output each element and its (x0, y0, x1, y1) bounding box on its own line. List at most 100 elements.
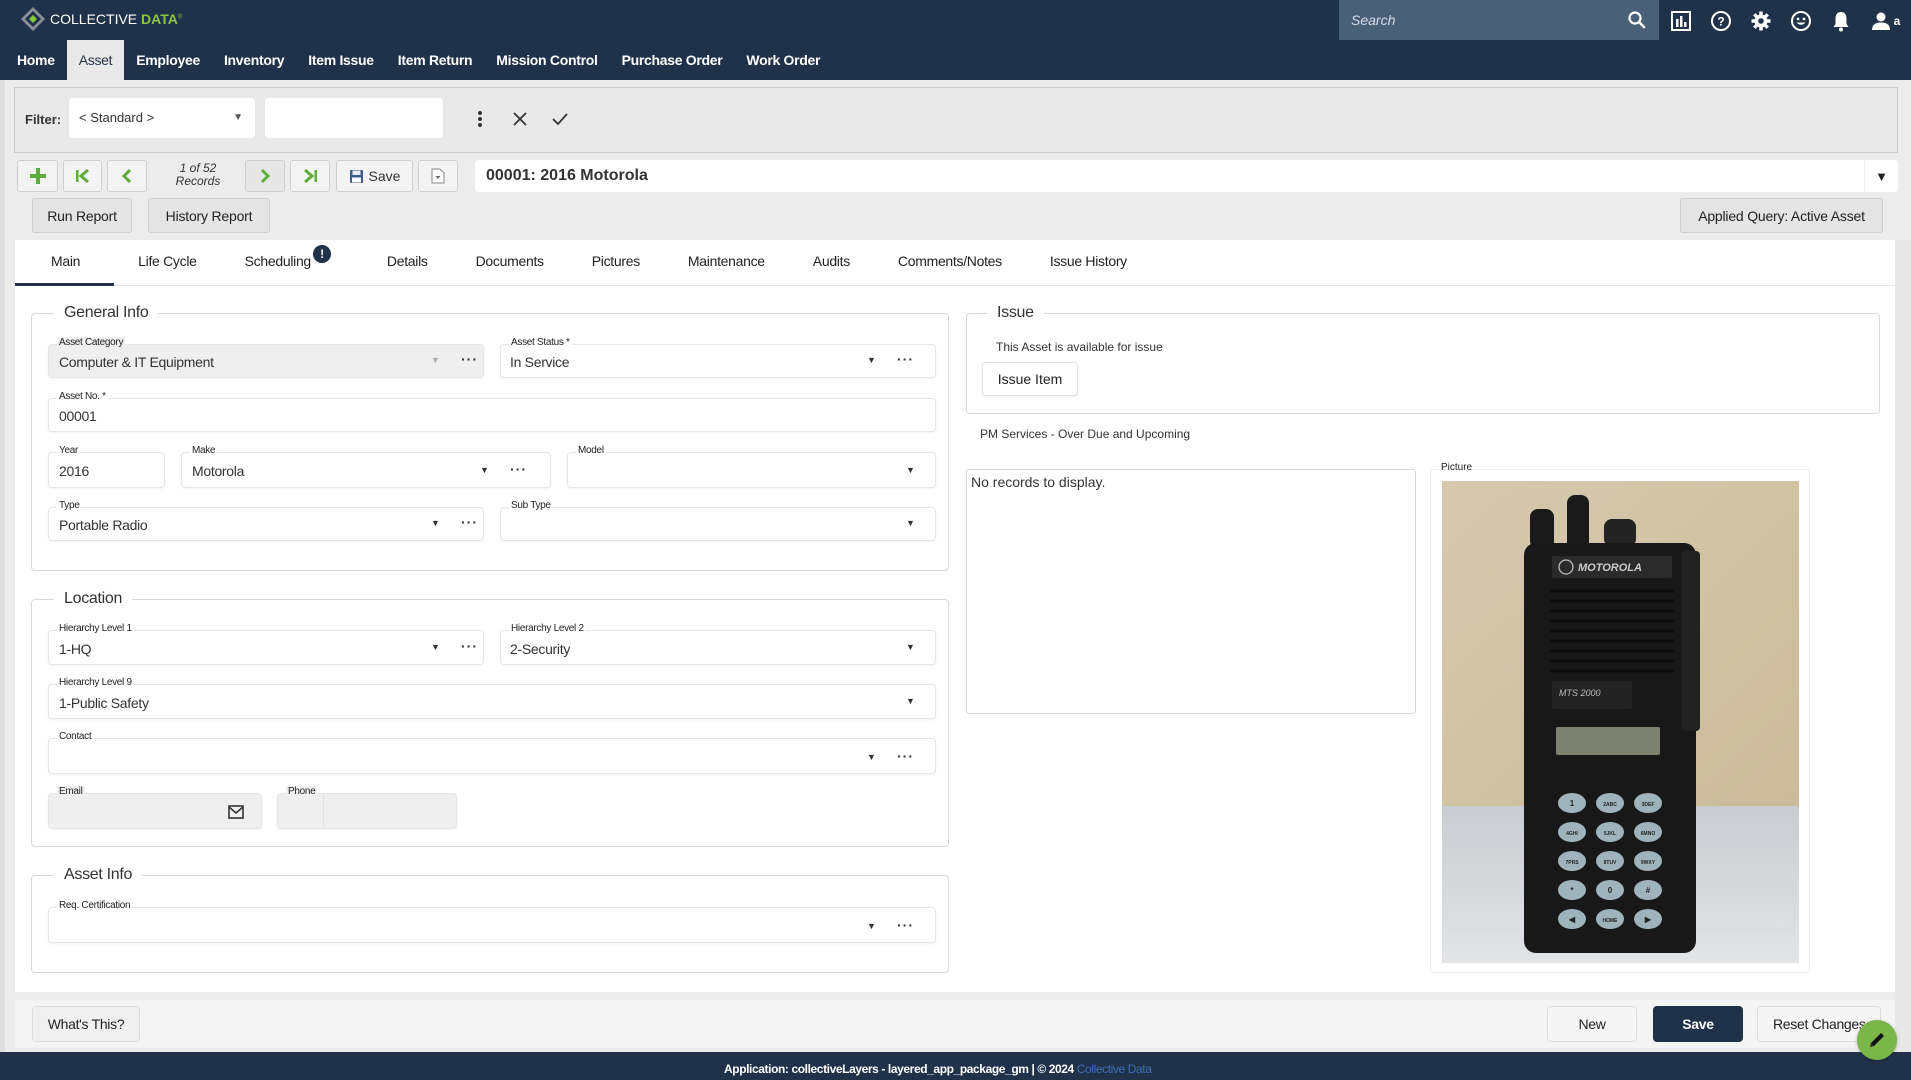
tab-maintenance[interactable]: Maintenance (664, 240, 789, 286)
year-field[interactable]: Year 2016 (48, 445, 165, 488)
save-record-button[interactable]: Save (336, 160, 413, 192)
type-field[interactable]: Type Portable Radio ▼ ··· (48, 500, 484, 541)
nav-work-order[interactable]: Work Order (734, 40, 832, 80)
chevron-down-icon[interactable]: ▼ (906, 518, 915, 528)
nav-home[interactable]: Home (5, 40, 67, 80)
chevron-down-icon[interactable]: ▼ (867, 921, 876, 931)
tab-pictures[interactable]: Pictures (568, 240, 664, 286)
apply-filter-icon[interactable] (549, 108, 571, 130)
more-icon[interactable]: ··· (461, 638, 478, 654)
scrollbar[interactable] (1895, 240, 1911, 1052)
field-value[interactable]: 2016 (59, 463, 89, 479)
section-title: Asset Info (64, 866, 133, 883)
user-icon[interactable]: a (1868, 8, 1902, 33)
hierarchy-level-2-field[interactable]: Hierarchy Level 2 2-Security ▼ (500, 623, 936, 665)
req-certification-field[interactable]: Req. Certification ▼ ··· (48, 900, 936, 943)
logo[interactable]: COLLECTIVE DATA® (20, 6, 182, 32)
radio-display (1556, 727, 1660, 755)
more-icon[interactable]: ··· (897, 748, 914, 764)
help-icon[interactable]: ? (1708, 8, 1733, 33)
field-value[interactable]: 00001 (59, 408, 97, 424)
chevron-down-icon[interactable]: ▼ (480, 465, 489, 475)
more-icon[interactable]: ··· (510, 461, 527, 477)
chevron-down-icon[interactable]: ▼ (906, 642, 915, 652)
more-icon[interactable]: ··· (461, 351, 478, 367)
global-search (1339, 0, 1659, 40)
filter-bar: Filter: < Standard > ▼ (14, 87, 1898, 153)
more-icon[interactable]: ··· (461, 514, 478, 530)
nav-inventory[interactable]: Inventory (212, 40, 296, 80)
record-selector[interactable]: 00001: 2016 Motorola ▼ (475, 160, 1898, 192)
dashboard-icon[interactable] (1668, 8, 1693, 33)
more-icon[interactable]: ··· (897, 917, 914, 933)
search-icon[interactable] (1627, 10, 1647, 30)
nav-purchase-order[interactable]: Purchase Order (610, 40, 735, 80)
save-button[interactable]: Save (1653, 1006, 1743, 1042)
more-icon[interactable]: ··· (897, 351, 914, 367)
nav-mission-control[interactable]: Mission Control (484, 40, 609, 80)
phone-field[interactable]: Phone (277, 786, 457, 829)
tab-life-cycle[interactable]: Life Cycle (114, 240, 220, 286)
record-options-button[interactable] (418, 160, 458, 192)
history-report-button[interactable]: History Report (148, 198, 270, 233)
left-edge (0, 80, 5, 1052)
keypad-key-label: ◀ (1568, 915, 1576, 924)
chevron-down-icon[interactable]: ▼ (431, 642, 440, 652)
tab-details[interactable]: Details (363, 240, 452, 286)
chevron-down-icon[interactable]: ▼ (867, 752, 876, 762)
asset-photo[interactable]: MOTOROLA MTS 2000 1 2ABC 3DEF 4GHI 5JKL 6MNO 7… (1442, 481, 1799, 963)
filter-select[interactable]: < Standard > ▼ (69, 98, 255, 138)
tab-comments-notes[interactable]: Comments/Notes (874, 240, 1026, 286)
filter-selected-value: < Standard > (79, 110, 155, 125)
email-icon[interactable] (228, 805, 244, 819)
chevron-down-icon[interactable]: ▼ (431, 518, 440, 528)
nav-asset[interactable]: Asset (66, 40, 125, 80)
issue-item-button[interactable]: Issue Item (982, 362, 1078, 396)
tab-scheduling[interactable]: Scheduling! (221, 240, 363, 286)
applied-query-button[interactable]: Applied Query: Active Asset (1680, 198, 1883, 233)
field-label: Model (576, 445, 606, 457)
chevron-down-icon[interactable]: ▼ (867, 355, 876, 365)
hierarchy-level-1-field[interactable]: Hierarchy Level 1 1-HQ ▼ ··· (48, 623, 484, 665)
edit-fab-button[interactable] (1857, 1020, 1897, 1060)
chevron-down-icon[interactable]: ▼ (431, 355, 440, 365)
hierarchy-level-9-field[interactable]: Hierarchy Level 9 1-Public Safety ▼ (48, 677, 936, 719)
model-field[interactable]: Model ▼ (567, 445, 936, 488)
search-input[interactable] (1351, 12, 1627, 28)
keypad-key-label: 7PRS (1565, 860, 1579, 866)
nav-item-issue[interactable]: Item Issue (296, 40, 385, 80)
last-record-button[interactable] (290, 160, 330, 192)
tab-documents[interactable]: Documents (452, 240, 568, 286)
asset-status-field[interactable]: Asset Status * In Service ▼ ··· (500, 337, 936, 378)
email-field[interactable]: Email (48, 786, 262, 829)
tab-main[interactable]: Main (15, 240, 115, 286)
tab-issue-history[interactable]: Issue History (1026, 240, 1151, 286)
first-record-button[interactable] (63, 160, 102, 192)
make-field[interactable]: Make Motorola ▼ ··· (181, 445, 551, 488)
notifications-icon[interactable] (1828, 8, 1853, 33)
keypad-key-label: # (1646, 886, 1651, 895)
tab-audits[interactable]: Audits (789, 240, 874, 286)
nav-employee[interactable]: Employee (124, 40, 212, 80)
nav-item-return[interactable]: Item Return (386, 40, 485, 80)
more-options-icon[interactable] (469, 108, 491, 130)
filter-value-input[interactable] (265, 98, 443, 138)
run-report-button[interactable]: Run Report (32, 198, 132, 233)
collective-data-link[interactable]: Collective Data (1077, 1062, 1152, 1076)
chevron-down-icon[interactable]: ▼ (906, 696, 915, 706)
add-record-button[interactable] (17, 160, 58, 192)
chevron-down-icon[interactable]: ▼ (906, 465, 915, 475)
tab-label: Life Cycle (138, 253, 197, 269)
whats-this-button[interactable]: What's This? (32, 1006, 140, 1042)
feedback-icon[interactable] (1788, 8, 1813, 33)
clear-filter-icon[interactable] (509, 108, 531, 130)
settings-icon[interactable] (1748, 8, 1773, 33)
asset-number-field[interactable]: Asset No. * 00001 (48, 391, 936, 432)
contact-field[interactable]: Contact ▼ ··· (48, 731, 936, 774)
previous-record-button[interactable] (107, 160, 147, 192)
new-record-button[interactable]: New (1547, 1006, 1637, 1042)
sub-type-field[interactable]: Sub Type ▼ (500, 500, 936, 541)
document-dropdown-icon (431, 168, 445, 184)
next-record-button[interactable] (245, 160, 285, 192)
asset-category-field[interactable]: Asset Category Computer & IT Equipment ▼… (48, 337, 484, 378)
